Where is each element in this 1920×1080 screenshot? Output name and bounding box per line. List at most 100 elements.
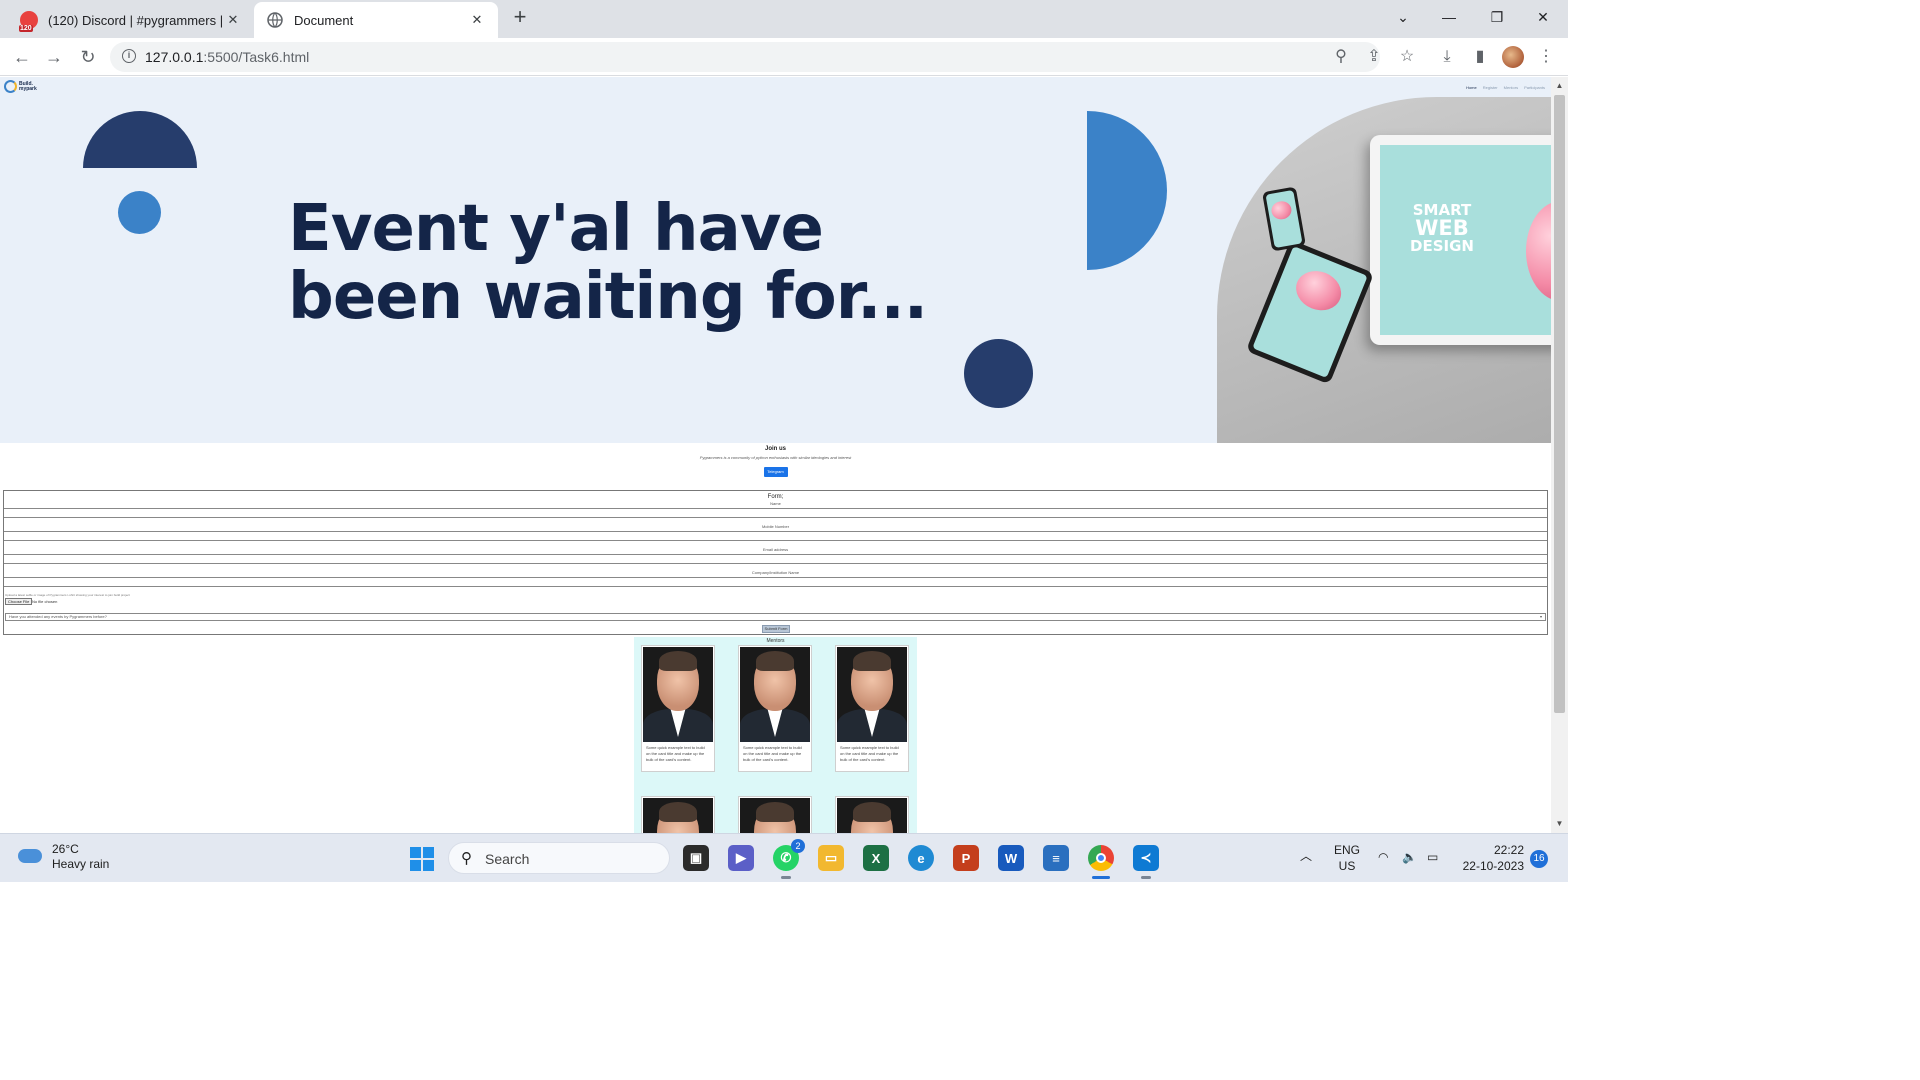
mentors-title: Mentors xyxy=(766,638,785,644)
submit-form-button[interactable]: Submit Form xyxy=(762,625,790,633)
telegram-button[interactable]: Telegram xyxy=(763,467,788,477)
windows-taskbar: 26°C Heavy rain ⚲ Search ▣ ▶ ✆ 2 ▭ X e P W… xyxy=(0,833,1568,882)
battery-icon[interactable]: ▭ xyxy=(1427,849,1438,865)
vscode-icon[interactable]: ≺ xyxy=(1133,845,1159,871)
new-tab-button[interactable]: + xyxy=(508,6,532,30)
side-panel-icon[interactable]: ▮ xyxy=(1470,47,1490,67)
logo-icon xyxy=(4,80,17,93)
scroll-up-icon[interactable]: ▲ xyxy=(1551,81,1568,90)
taskbar-search[interactable]: ⚲ Search xyxy=(448,842,670,874)
decor-half-circle xyxy=(83,111,197,168)
tab-strip: 120 (120) Discord | #pygrammers | G ✕ Do… xyxy=(0,0,1568,38)
wifi-icon[interactable]: ◠ xyxy=(1378,849,1388,865)
join-section: Join us Pygrammers is a community of pyt… xyxy=(0,443,1551,478)
teams-chat-icon[interactable]: ▶ xyxy=(728,845,754,871)
close-tab-icon[interactable]: ✕ xyxy=(224,12,242,28)
file-upload-hint: Upload a latest selfie or image of Pygra… xyxy=(5,593,130,597)
mentor-photo xyxy=(740,798,810,833)
windows-start-icon[interactable] xyxy=(410,847,434,871)
choose-file-button[interactable]: Choose File xyxy=(5,598,33,605)
reload-icon[interactable]: ↻ xyxy=(76,45,100,69)
decor-blue-dot xyxy=(118,191,161,234)
page-scrollbar[interactable]: ▲ ▼ xyxy=(1551,77,1568,833)
minimize-button[interactable]: — xyxy=(1426,4,1472,30)
email-input[interactable] xyxy=(4,554,1547,564)
language-indicator[interactable]: ENG US xyxy=(1334,842,1360,874)
events-attended-select[interactable]: Have you attended any events by Pygramme… xyxy=(5,613,1546,621)
monitor-illustration: SMART WEB DESIGN xyxy=(1370,135,1551,345)
registration-form: Form; Name Mobile Number Email address C… xyxy=(3,490,1548,635)
restore-button[interactable]: ❐ xyxy=(1474,4,1520,30)
excel-icon[interactable]: X xyxy=(863,845,889,871)
mentor-card: Some quick example text to build on the … xyxy=(641,645,715,772)
weather-desc: Heavy rain xyxy=(52,857,110,871)
scroll-down-icon[interactable]: ▼ xyxy=(1551,819,1568,828)
mobile-input[interactable] xyxy=(4,531,1547,541)
nav-link-mentors[interactable]: Mentors xyxy=(1504,85,1518,90)
notification-badge[interactable]: 16 xyxy=(1530,850,1548,868)
card-text: Some quick example text to build on the … xyxy=(646,745,705,762)
bookmark-star-icon[interactable]: ☆ xyxy=(1397,47,1417,67)
tab-title: Document xyxy=(294,12,354,28)
whatsapp-icon[interactable]: ✆ 2 xyxy=(773,839,805,871)
mentor-photo xyxy=(643,647,713,742)
nav-link-home[interactable]: Home xyxy=(1466,85,1477,90)
site-logo[interactable]: Build. mypark xyxy=(4,80,37,93)
file-status: No file chosen xyxy=(32,599,58,604)
powerpoint-icon[interactable]: P xyxy=(953,845,979,871)
download-icon[interactable]: ⤓ xyxy=(1437,47,1457,67)
scrollbar-thumb[interactable] xyxy=(1554,95,1565,713)
close-tab-icon[interactable]: ✕ xyxy=(468,12,486,28)
notepad-icon[interactable]: ≡ xyxy=(1043,845,1069,871)
share-icon[interactable]: ⇪ xyxy=(1364,47,1384,67)
volume-icon[interactable]: 🔈 xyxy=(1402,849,1417,865)
mobile-label: Mobile Number xyxy=(761,524,790,529)
url-text: 127.0.0.1:5500/Task6.html xyxy=(145,49,310,65)
mentor-card xyxy=(738,796,812,833)
show-hidden-icons-chevron[interactable]: ︿ xyxy=(1300,848,1312,864)
tab-title: (120) Discord | #pygrammers | G xyxy=(48,12,224,28)
name-input[interactable] xyxy=(4,508,1547,518)
join-description: Pygrammers is a community of python enth… xyxy=(699,455,852,460)
task-view-icon[interactable]: ▣ xyxy=(683,845,709,871)
back-icon[interactable]: ← xyxy=(10,45,34,69)
close-window-button[interactable]: ✕ xyxy=(1520,4,1566,30)
name-label: Name xyxy=(770,501,781,506)
mentors-section: Mentors Some quick example text to build… xyxy=(634,637,917,833)
browser-toolbar: ← → ↻ i 127.0.0.1:5500/Task6.html ⚲ ⇪ ☆ … xyxy=(0,38,1568,76)
tab-search-icon[interactable]: ⌄ xyxy=(1380,4,1426,30)
chrome-icon[interactable] xyxy=(1088,845,1114,871)
mentor-photo xyxy=(837,798,907,833)
nav-link-register[interactable]: Register xyxy=(1483,85,1498,90)
nav-links: Home Register Mentors Participants xyxy=(1466,85,1545,90)
edge-icon[interactable]: e xyxy=(908,845,934,871)
form-title: Form; xyxy=(767,494,784,500)
profile-avatar[interactable] xyxy=(1502,46,1524,68)
mentor-card: Some quick example text to build on the … xyxy=(738,645,812,772)
address-bar[interactable]: i 127.0.0.1:5500/Task6.html xyxy=(110,42,1380,72)
forward-icon[interactable]: → xyxy=(42,45,66,69)
nav-link-participants[interactable]: Participants xyxy=(1524,85,1545,90)
menu-kebab-icon[interactable]: ⋮ xyxy=(1536,47,1556,67)
rain-cloud-icon xyxy=(16,843,44,871)
hero-section: Event y'al have been waiting for... SMAR… xyxy=(0,97,1551,443)
globe-icon xyxy=(266,11,284,29)
company-input[interactable] xyxy=(4,577,1547,587)
info-icon[interactable]: i xyxy=(122,49,136,63)
card-text: Some quick example text to build on the … xyxy=(840,745,899,762)
mentor-photo xyxy=(643,798,713,833)
logo-line2: mypark xyxy=(19,85,37,92)
clock[interactable]: 22:22 22-10-2023 xyxy=(1458,842,1524,874)
page-viewport: Build. mypark Home Register Mentors Parti… xyxy=(0,77,1551,833)
hero-device-mockup-image: SMART WEB DESIGN xyxy=(1217,97,1551,443)
company-label: Company/Institution Name xyxy=(751,570,800,575)
tab-discord[interactable]: 120 (120) Discord | #pygrammers | G ✕ xyxy=(8,2,254,38)
chevron-down-icon: ▾ xyxy=(1539,614,1542,619)
word-icon[interactable]: W xyxy=(998,845,1024,871)
file-explorer-icon[interactable]: ▭ xyxy=(818,845,844,871)
site-navbar: Build. mypark Home Register Mentors Parti… xyxy=(0,77,1551,97)
zoom-icon[interactable]: ⚲ xyxy=(1331,47,1351,67)
tab-document[interactable]: Document ✕ xyxy=(254,2,498,38)
mentor-card: Some quick example text to build on the … xyxy=(835,645,909,772)
weather-widget[interactable]: 26°C Heavy rain xyxy=(16,842,109,872)
